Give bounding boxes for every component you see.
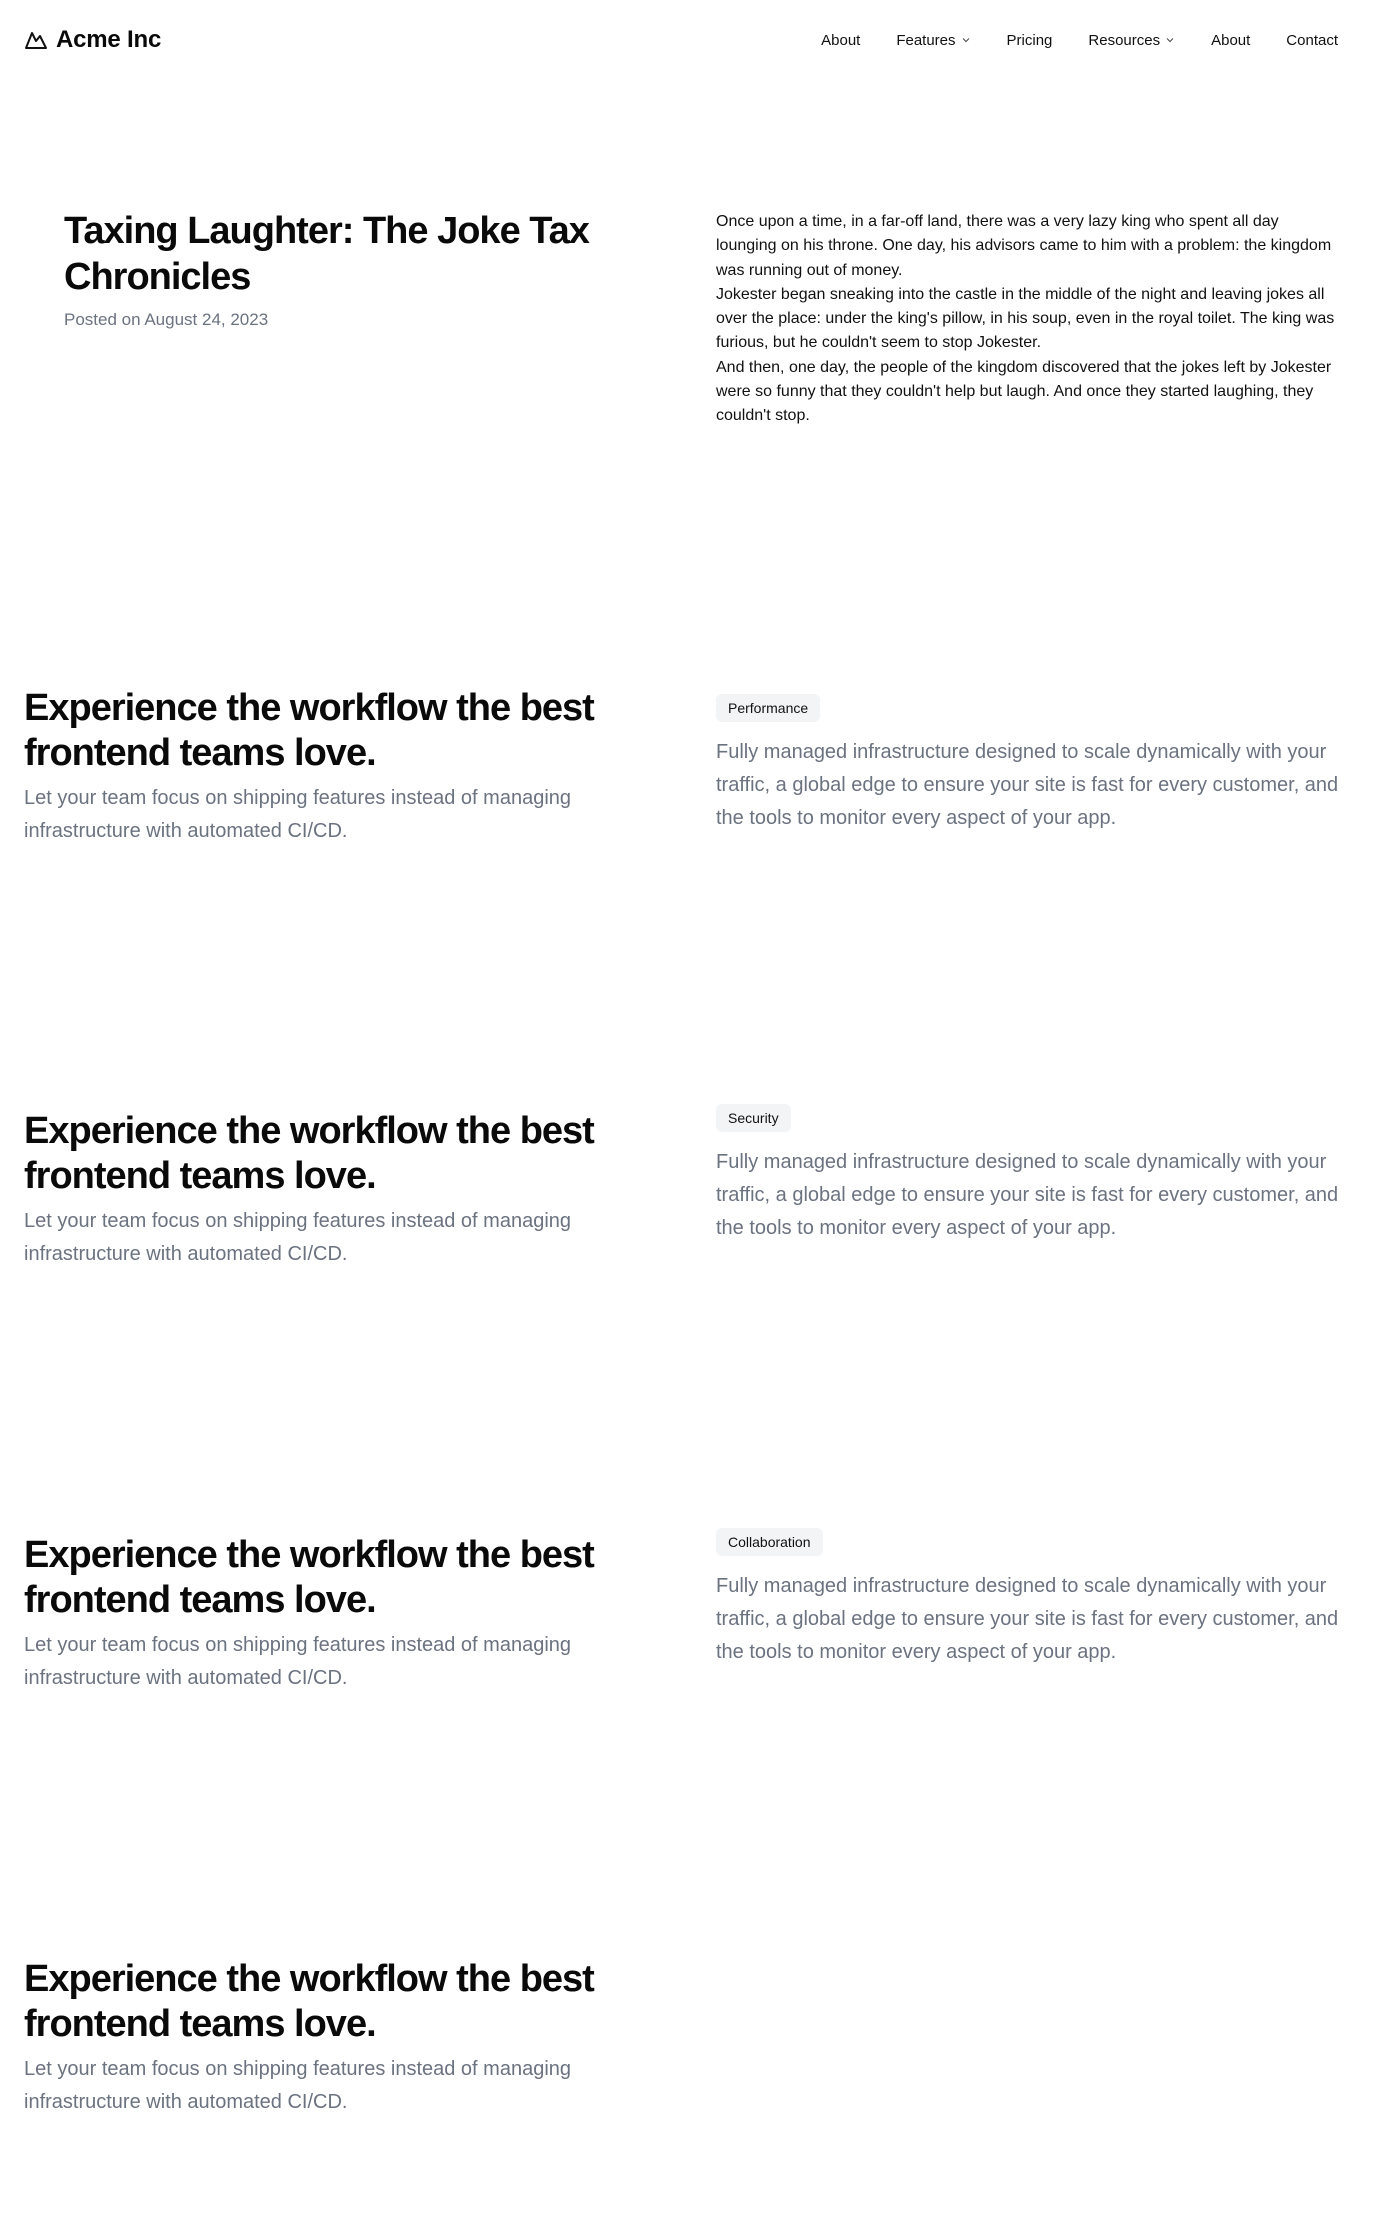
feature-badge: Collaboration — [716, 1528, 823, 1556]
post-paragraph: And then, one day, the people of the kin… — [716, 358, 1332, 425]
feature-description: Fully managed infrastructure designed to… — [716, 741, 1339, 829]
post-title: Taxing Laughter: The Joke Tax Chronicles — [64, 210, 590, 298]
post-date: Posted on August 24, 2023 — [64, 310, 269, 329]
feature-subtext: Let your team focus on shipping features… — [24, 1634, 572, 1689]
post-paragraph: Jokester began sneaking into the castle … — [716, 285, 1335, 352]
feature-heading: Experience the workflow the best fronten… — [24, 1110, 595, 1197]
feature-subtext: Let your team focus on shipping features… — [24, 2058, 572, 2113]
brand-link[interactable]: Acme Inc — [24, 24, 161, 56]
post-body: Once upon a time, in a far-off land, the… — [716, 210, 1341, 429]
feature-description: Fully managed infrastructure designed to… — [716, 1151, 1339, 1239]
feature-section-performance: Experience the workflow the best fronten… — [0, 686, 1376, 886]
nav-item-about[interactable]: About — [803, 32, 878, 49]
feature-section-workflow: Experience the workflow the best fronten… — [0, 1957, 1376, 2157]
feature-heading: Experience the workflow the best fronten… — [24, 687, 595, 774]
feature-heading: Experience the workflow the best fronten… — [24, 1534, 595, 1621]
nav-item-contact[interactable]: Contact — [1268, 32, 1356, 49]
main-nav: About Features Pricing Resources About C… — [803, 26, 1356, 54]
mountain-icon — [24, 28, 48, 52]
nav-item-pricing[interactable]: Pricing — [989, 32, 1071, 49]
feature-badge: Performance — [716, 694, 821, 722]
nav-item-resources[interactable]: Resources — [1070, 32, 1193, 49]
post-paragraph: Once upon a time, in a far-off land, the… — [716, 213, 1332, 279]
nav-item-label: Features — [896, 31, 956, 49]
nav-item-label: About — [821, 31, 861, 49]
feature-section-security: Experience the workflow the best fronten… — [0, 1104, 1376, 1309]
brand-name: Acme Inc — [56, 26, 162, 53]
feature-description: Fully managed infrastructure designed to… — [716, 1575, 1339, 1663]
nav-item-features[interactable]: Features — [878, 32, 988, 49]
nav-item-about-2[interactable]: About — [1193, 32, 1268, 49]
feature-subtext: Let your team focus on shipping features… — [24, 1210, 572, 1265]
nav-item-label: Resources — [1088, 31, 1161, 49]
nav-item-label: About — [1211, 31, 1251, 49]
feature-section-collaboration: Experience the workflow the best fronten… — [0, 1528, 1376, 1733]
chevron-down-icon — [961, 35, 971, 45]
site-header: Acme Inc About Features Pricing Resource… — [0, 0, 1376, 80]
chevron-down-icon — [1165, 35, 1175, 45]
feature-subtext: Let your team focus on shipping features… — [24, 787, 572, 842]
nav-item-label: Contact — [1286, 31, 1338, 49]
feature-heading: Experience the workflow the best fronten… — [24, 1958, 595, 2045]
nav-item-label: Pricing — [1006, 31, 1053, 49]
feature-badge: Security — [716, 1104, 791, 1132]
